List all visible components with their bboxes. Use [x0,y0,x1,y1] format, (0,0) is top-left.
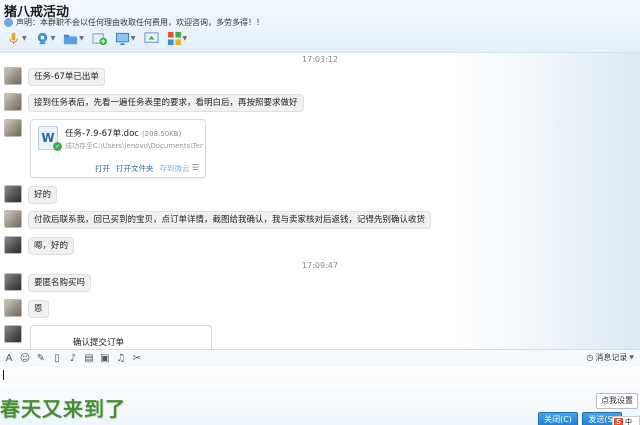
emoji-icon[interactable]: ☺ [19,353,31,365]
avatar[interactable] [4,93,22,111]
signature-text: 春天又来到了 [0,397,126,421]
folder-icon[interactable]: ▤ [83,353,95,365]
message-bubble: 恩 [28,300,49,318]
apps-button[interactable]: ▼ [165,29,190,47]
notice-text: 声明：本群职不会以任何理由收取任何费用，欢迎咨询，多劳多得！！ [16,18,264,27]
check-icon: ✓ [53,142,62,151]
settings-tip[interactable]: 点我设置 [596,393,638,409]
font-icon[interactable]: A [3,353,15,365]
voice-message-icon[interactable]: ♪ [67,353,79,365]
message-history-button[interactable]: ◷ 消息记录 ▼ [586,352,634,363]
music-icon[interactable]: ♫ [115,353,127,365]
clock-icon: ◷ [586,353,594,362]
screen-button[interactable]: ▼ [113,29,138,47]
order-title: 确认提交订单 [73,338,125,348]
open-folder-link[interactable]: 打开文件夹 [116,163,154,174]
input-toolbar: A ☺ ✎ ▯ ♪ ▤ ▣ ♫ ✂ ◷ 消息记录 ▼ [0,349,640,367]
avatar[interactable] [4,67,22,85]
header-toolbar: ▼ ▼ ▼ ▼ ▼ [4,29,189,47]
avatar[interactable] [4,299,22,317]
message-bubble: 付款后联系我，回已买到的宝贝，点订单详情，截图给我确认，我与卖家核对后返钱，记得… [28,211,432,229]
avatar[interactable] [4,236,22,254]
magic-icon[interactable]: ✎ [35,353,47,365]
save-to-cloud-link[interactable]: 存到微云 [160,163,190,174]
avatar[interactable] [4,185,22,203]
avatar[interactable] [4,119,22,137]
file-size: (208.50KB) [141,130,182,138]
file-message-card[interactable]: W ✓ 任务-7.9-67单.doc (208.50KB) 成功存至C:\User… [30,119,206,178]
mic-icon [9,32,18,44]
file-button[interactable]: ▼ [61,29,86,47]
chat-history[interactable]: 17:03:12 任务-67单已出单 接到任务表后，先看一遍任务表里的要求，看明… [0,52,640,349]
invite-button[interactable] [90,29,109,47]
folder-icon [64,34,78,44]
file-actions: 打开 打开文件夹 存到微云 [95,163,190,174]
message-bubble: 嗯，好的 [28,237,75,255]
sogou-icon: S [614,417,623,425]
avatar[interactable] [4,210,22,228]
message-bubble: 好的 [28,186,58,204]
shake-icon[interactable]: ▯ [51,353,63,365]
chat-background [460,53,640,349]
scissors-icon[interactable]: ✂ [131,353,143,365]
message-bubble: 接到任务表后，先看一遍任务表里的要求，看明白后，再按照要求做好 [28,94,304,112]
timestamp: 17:09:47 [302,261,338,270]
avatar[interactable] [4,273,22,291]
open-file-link[interactable]: 打开 [95,163,110,174]
group-notice: 声明：本群职不会以任何理由收取任何费用，欢迎咨询，多劳多得！！ [4,17,264,28]
timestamp: 17:03:12 [302,55,338,64]
voice-button[interactable]: ▼ [4,29,29,47]
camera-icon [37,32,47,44]
avatar[interactable] [4,325,22,343]
screen-icon [115,32,129,45]
share-screen-icon [143,31,159,43]
file-path: 成功存至C:\Users\lenovo\Documents\Tence... [65,142,203,150]
share-screen-button[interactable] [142,29,161,47]
message-input[interactable]: 春天又来到了 点我设置 关闭(C) 发送(S) S 中 [0,367,640,425]
close-button[interactable]: 关闭(C) [538,412,578,425]
file-name: 任务-7.9-67单.doc (208.50KB) [65,129,182,139]
add-icon [92,32,107,45]
order-image-message[interactable]: 确认提交订单 [30,325,212,349]
text-cursor [3,370,4,380]
apps-icon [167,31,181,45]
ime-indicator[interactable]: S 中 [612,416,640,425]
message-bubble: 要匿名购买吗 [28,274,92,292]
menu-icon[interactable]: ☰ [192,163,199,172]
image-icon[interactable]: ▣ [99,353,111,365]
notice-icon [4,18,13,27]
message-bubble: 任务-67单已出单 [28,68,105,86]
chat-header: 猪八戒活动 声明：本群职不会以任何理由收取任何费用，欢迎咨询，多劳多得！！ ▼ … [0,0,640,52]
video-button[interactable]: ▼ [33,29,58,47]
